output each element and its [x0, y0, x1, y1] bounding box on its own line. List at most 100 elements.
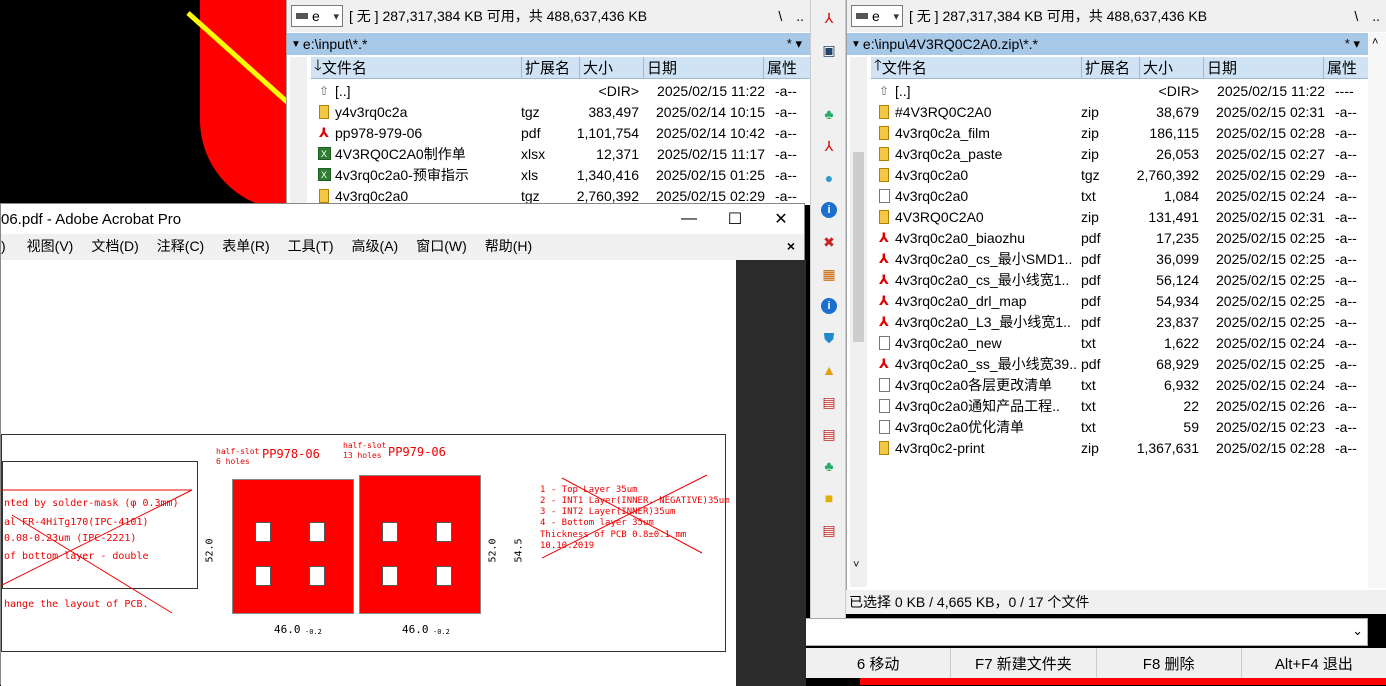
menu-item-view[interactable]: 视图(V) [18, 236, 83, 256]
menu-item-window[interactable]: 窗口(W) [407, 236, 476, 256]
folder-icon[interactable]: ■ [821, 490, 837, 506]
menu-item-form[interactable]: 表单(R) [213, 236, 278, 256]
maximize-button[interactable]: ☐ [712, 204, 758, 234]
pdf-icon[interactable]: ⅄ [821, 138, 837, 154]
history-dropdown-icon[interactable]: ▼ [851, 39, 861, 50]
file-row[interactable]: #4V3RQ0C2A0 zip 38,679 2025/02/15 02:31 -a-- [871, 101, 1369, 122]
file-row[interactable]: 4v3rq0c2-print zip 1,367,631 2025/02/15 02:… [871, 437, 1369, 458]
cross-out-mark [2, 489, 193, 614]
file-size: 186,115 [1149, 124, 1199, 141]
document-icon[interactable]: ▤ [821, 426, 837, 442]
pdf-icon[interactable]: ⅄ [821, 10, 837, 26]
menu-item-advanced[interactable]: 高级(A) [343, 236, 408, 256]
document-icon[interactable]: ▤ [821, 394, 837, 410]
col-name[interactable]: 🡓 文件名 [311, 57, 522, 78]
acrobat-window[interactable]: 06.pdf - Adobe Acrobat Pro — ☐ ✕ ) 视图(V)… [0, 203, 806, 686]
menu-item-comment[interactable]: 注释(C) [148, 236, 213, 256]
file-row[interactable]: 4v3rq0c2a0通知产品工程.. txt 22 2025/02/15 02:26-… [871, 395, 1369, 416]
root-button[interactable]: \ [778, 8, 782, 24]
minimize-button[interactable]: — [666, 204, 712, 234]
fkey-move[interactable]: 6 移动 [805, 648, 950, 678]
file-attr: -a-- [1335, 124, 1357, 141]
parent-button[interactable]: .. [1372, 8, 1380, 24]
right-file-pane[interactable]: e ▾ [ 无 ] 287,317,384 KB 可用，共 488,637,43… [846, 0, 1386, 590]
window-icon[interactable]: ▣ [821, 42, 837, 58]
file-row[interactable]: ⅄ pp978-979-06 pdf 1,101,754 2025/02/14 10:4… [311, 122, 811, 143]
left-drive-combo[interactable]: e ▾ [291, 5, 343, 27]
menu-item-tools[interactable]: 工具(T) [279, 236, 343, 256]
delete-icon[interactable]: ✖ [821, 234, 837, 250]
file-row[interactable]: 4v3rq0c2a_film zip 186,115 2025/02/15 02:28… [871, 122, 1369, 143]
fkey-delete[interactable]: F8 删除 [1095, 648, 1241, 678]
file-attr: -a-- [775, 103, 797, 120]
file-row[interactable]: ⅄ 4v3rq0c2a0_biaozhu pdf 17,235 2025/02/15 0… [871, 227, 1369, 248]
file-attr: -a-- [1335, 103, 1357, 120]
file-name: 4v3rq0c2a0通知产品工程.. [895, 397, 1060, 414]
document-icon[interactable]: ▤ [821, 522, 837, 538]
file-row[interactable]: 4v3rq0c2a0优化清单 txt 59 2025/02/15 02:23 -a-- [871, 416, 1369, 437]
shield-icon[interactable]: ⛊ [821, 330, 837, 346]
left-scrollbar[interactable] [290, 57, 307, 205]
network-icon[interactable]: ♣ [821, 458, 837, 474]
file-row[interactable]: 4v3rq0c2a0各层更改清单 txt 6,932 2025/02/15 02:24… [871, 374, 1369, 395]
file-name: 4v3rq0c2a0 [895, 166, 969, 183]
chevron-down-icon[interactable]: ⌄ [1352, 623, 1363, 639]
close-button[interactable]: ✕ [758, 204, 804, 234]
file-row[interactable]: ⅄ 4v3rq0c2a0_ss_最小线宽39.. pdf 68,929 2025/02/… [871, 353, 1369, 374]
right-path-bar[interactable]: ▼ e:\inpu\4V3RQ0C2A0.zip\*.* * ▾ [847, 33, 1368, 55]
menu-item-help[interactable]: 帮助(H) [476, 236, 541, 256]
col-size[interactable]: 大小 [580, 57, 644, 78]
col-name[interactable]: 🡑 文件名 [871, 57, 1082, 78]
scroll-thumb[interactable] [853, 152, 864, 342]
file-row[interactable]: X 4V3RQ0C2A0制作单 xlsx 12,371 2025/02/15 11:17… [311, 143, 811, 164]
fkey-exit[interactable]: Alt+F4 退出 [1240, 648, 1386, 678]
col-ext[interactable]: 扩展名 [522, 57, 580, 78]
chat-icon[interactable]: ● [821, 170, 837, 186]
right-vscroll[interactable]: ˄ [1368, 33, 1386, 588]
file-row[interactable]: y4v3rq0c2a tgz 383,497 2025/02/14 10:15 -a-- [311, 101, 811, 122]
left-file-pane[interactable]: e ▾ [ 无 ] 287,317,384 KB 可用，共 488,637,43… [286, 0, 811, 205]
filter-button[interactable]: * ▾ [1345, 36, 1360, 52]
file-row[interactable]: ⅄ 4v3rq0c2a0_L3_最小线宽1.. pdf 23,837 2025/02/1… [871, 311, 1369, 332]
file-row[interactable]: ⅄ 4v3rq0c2a0_cs_最小SMD1.. pdf 36,099 2025/02/… [871, 248, 1369, 269]
menu-item-file[interactable]: ) [1, 238, 18, 254]
file-row[interactable]: ⇧ [..] <DIR> 2025/02/15 11:22 -a-- [311, 80, 811, 101]
file-row[interactable]: 4v3rq0c2a0 tgz 2,760,392 2025/02/15 02:29 -a… [871, 164, 1369, 185]
warning-icon[interactable]: ▲ [821, 362, 837, 378]
pdf-page[interactable]: nted by solder-mask (φ 0.3mm) al FR-4HiT… [1, 260, 736, 686]
right-drive-combo[interactable]: e ▾ [851, 5, 903, 27]
left-path-bar[interactable]: ▼ e:\input\*.* * ▾ [287, 33, 810, 55]
col-date[interactable]: 日期 [1204, 57, 1324, 78]
file-row[interactable]: 4v3rq0c2a0 txt 1,084 2025/02/15 02:24 -a-- [871, 185, 1369, 206]
root-button[interactable]: \ [1354, 8, 1358, 24]
close-document-button[interactable]: × [778, 238, 804, 254]
command-line-input[interactable]: ⌄ [805, 618, 1368, 646]
file-row[interactable]: 4v3rq0c2a0_new txt 1,622 2025/02/15 02:24 -a… [871, 332, 1369, 353]
halfslot-count: 13 holes [343, 451, 382, 460]
col-attr[interactable]: 属性 [764, 57, 811, 78]
file-row[interactable]: ⇧ [..] <DIR> 2025/02/15 11:22 ---- [871, 80, 1369, 101]
history-dropdown-icon[interactable]: ▼ [291, 39, 301, 50]
col-size[interactable]: 大小 [1140, 57, 1204, 78]
right-scrollbar[interactable]: ˅ [850, 57, 867, 587]
info-icon[interactable]: i [821, 298, 837, 314]
filter-button[interactable]: * ▾ [787, 36, 802, 52]
file-row[interactable]: ⅄ 4v3rq0c2a0_drl_map pdf 54,934 2025/02/15 0… [871, 290, 1369, 311]
scroll-down-icon[interactable]: ˅ [853, 559, 859, 571]
file-row[interactable]: 4v3rq0c2a_paste zip 26,053 2025/02/15 02:27… [871, 143, 1369, 164]
file-row[interactable]: 4V3RQ0C2A0 zip 131,491 2025/02/15 02:31 -a-- [871, 206, 1369, 227]
scroll-up-icon[interactable]: ˄ [1372, 36, 1378, 48]
acrobat-titlebar[interactable]: 06.pdf - Adobe Acrobat Pro — ☐ ✕ [1, 204, 804, 234]
file-row[interactable]: ⅄ 4v3rq0c2a0_cs_最小线宽1.. pdf 56,124 2025/02/1… [871, 269, 1369, 290]
col-ext[interactable]: 扩展名 [1082, 57, 1140, 78]
file-size: 68,929 [1156, 355, 1199, 372]
col-attr[interactable]: 属性 [1324, 57, 1369, 78]
network-icon[interactable]: ♣ [821, 106, 837, 122]
file-row[interactable]: X 4v3rq0c2a0-预审指示 xls 1,340,416 2025/02/15 0… [311, 164, 811, 185]
image-icon[interactable]: ▦ [821, 266, 837, 282]
parent-button[interactable]: .. [796, 8, 804, 24]
info-icon[interactable]: i [821, 202, 837, 218]
menu-item-document[interactable]: 文档(D) [82, 236, 147, 256]
fkey-new-folder[interactable]: F7 新建文件夹 [950, 648, 1095, 678]
col-date[interactable]: 日期 [644, 57, 764, 78]
